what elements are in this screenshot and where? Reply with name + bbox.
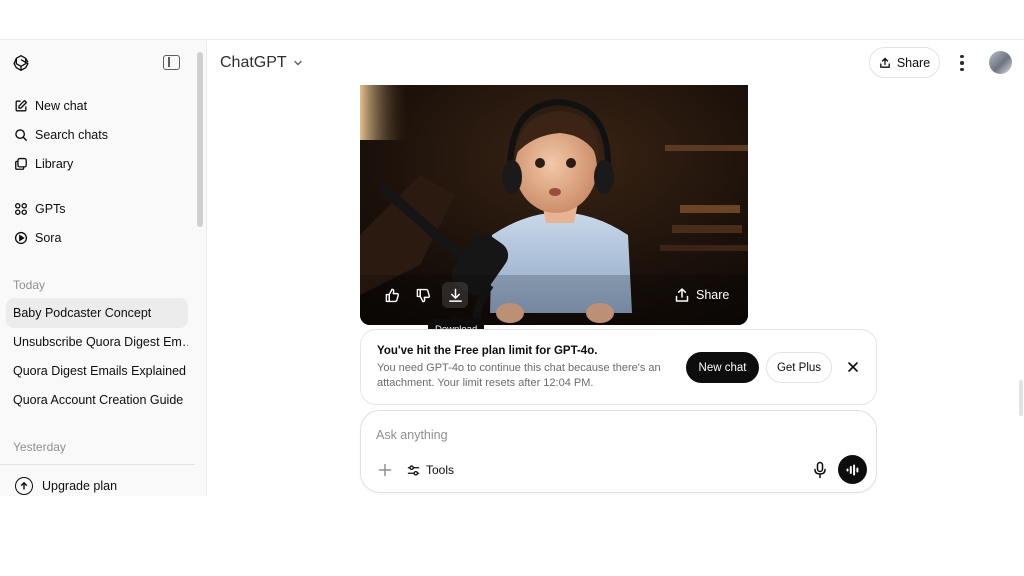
sidebar-item-label: Library [35,157,74,171]
share-icon [879,57,890,68]
tools-button[interactable]: Tools [407,460,454,480]
browser-top-strip [0,0,1024,40]
sliders-icon [407,464,420,476]
sidebar-toggle-icon[interactable] [163,55,180,70]
search-icon [13,127,29,143]
main-panel: ChatGPT Share Share You've hit the Free … [208,40,1024,496]
limit-description: You need GPT-4o to continue this chat be… [377,362,661,389]
sidebar-scrollbar[interactable] [197,52,203,227]
sidebar-item-gpts[interactable]: GPTs [6,196,188,222]
page-scrollbar[interactable] [1019,380,1023,416]
waveform-icon [846,464,858,475]
microphone-icon[interactable] [812,461,828,479]
generated-image[interactable]: Share [360,85,748,325]
section-label-today: Today [13,278,46,292]
chatgpt-app: New chat Search chats Library GPTs Sora … [0,40,1024,496]
sidebar-item-label: New chat [35,99,88,113]
tools-label: Tools [426,463,455,477]
chat-item-active[interactable]: Baby Podcaster Concept [6,298,188,328]
voice-mode-button[interactable] [838,455,867,484]
thumbs-up-icon [385,288,399,302]
share-label: Share [896,55,931,70]
thumbs-down-icon [416,288,430,302]
chevron-down-icon [293,60,302,66]
sidebar-header [0,40,200,86]
sidebar-item-new-chat[interactable]: New chat [6,93,188,119]
avatar[interactable] [989,51,1012,74]
section-label-yesterday: Yesterday [13,440,66,454]
thumbs-down-button[interactable] [410,282,436,308]
share-button[interactable]: Share [869,47,940,78]
sidebar-item-search-chats[interactable]: Search chats [6,122,188,148]
more-options-icon[interactable] [954,53,970,73]
plus-icon[interactable] [377,462,393,478]
message-composer: Tools [360,410,877,493]
upgrade-plan-button[interactable]: Upgrade plan [0,464,195,496]
message-input[interactable] [376,426,796,444]
sidebar-item-label: GPTs [35,202,66,216]
model-label: ChatGPT [220,54,287,71]
sidebar-item-library[interactable]: Library [6,151,188,177]
download-icon [448,288,462,302]
chat-item[interactable]: Quora Digest Emails Explained [6,356,188,386]
new-chat-button[interactable]: New chat [686,352,759,383]
get-plus-button[interactable]: Get Plus [766,352,832,383]
sidebar: New chat Search chats Library GPTs Sora … [0,40,207,496]
grid-icon [13,201,29,217]
download-button[interactable] [442,282,468,308]
sidebar-item-label: Search chats [35,128,108,142]
openai-logo-icon[interactable] [11,53,31,73]
thumbs-up-button[interactable] [379,282,405,308]
chat-item[interactable]: Unsubscribe Quora Digest Em… [6,327,188,357]
close-icon[interactable] [845,359,861,375]
image-share-button[interactable]: Share [674,287,729,303]
library-icon [13,156,29,172]
plan-limit-notice: You've hit the Free plan limit for GPT-4… [360,329,877,405]
sidebar-item-sora[interactable]: Sora [6,225,188,251]
upgrade-plan-label: Upgrade plan [42,479,118,493]
model-selector[interactable]: ChatGPT [220,50,303,76]
upgrade-icon [15,477,33,495]
share-icon [675,288,689,302]
play-icon [13,230,29,246]
edit-icon [13,98,29,114]
limit-title: You've hit the Free plan limit for GPT-4… [377,345,598,357]
image-share-label: Share [696,288,730,302]
chat-item[interactable]: Quora Account Creation Guide [6,385,188,415]
sidebar-item-label: Sora [35,231,62,245]
